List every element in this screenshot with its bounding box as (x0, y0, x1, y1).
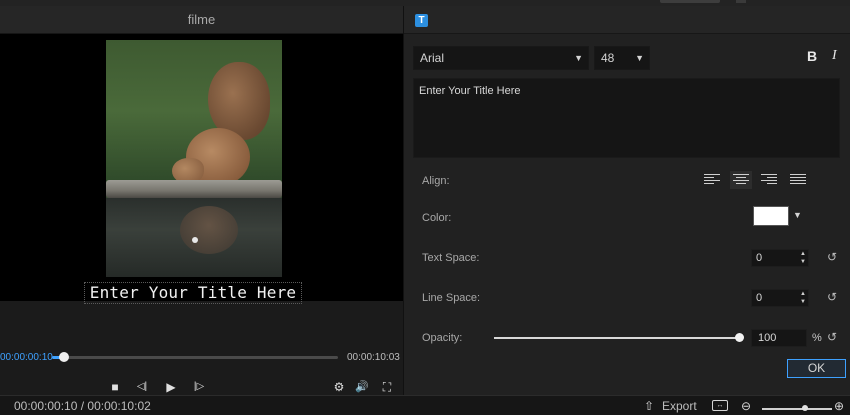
decrement-icon[interactable]: ▼ (800, 299, 806, 306)
color-label: Color: (422, 212, 452, 224)
color-swatch[interactable] (753, 206, 789, 226)
increment-icon[interactable]: ▲ (800, 291, 806, 298)
reset-text-space-icon[interactable]: ↺ (827, 250, 837, 264)
stop-icon[interactable]: ■ (108, 380, 122, 394)
play-icon[interactable]: ▶ (164, 380, 178, 394)
editor-header (404, 6, 850, 34)
title-overlay[interactable]: Enter Your Title Here (84, 282, 302, 304)
text-space-value: 0 (756, 252, 763, 264)
top-indicator (736, 0, 746, 3)
end-time: 00:00:10:03 (347, 352, 400, 363)
bold-button[interactable]: B (807, 48, 817, 64)
text-space-label: Text Space: (422, 252, 480, 264)
font-size-value: 48 (601, 51, 615, 65)
text-tool-icon: T (415, 14, 428, 27)
player-panel: filme Enter Your Title Here 00:00:00:10 … (0, 6, 403, 395)
fit-timeline-icon[interactable]: ↔ (712, 400, 728, 411)
top-tab-indicator (660, 0, 720, 3)
increment-icon[interactable]: ▲ (800, 251, 806, 258)
ok-button[interactable]: OK (787, 359, 846, 378)
progress-track[interactable] (52, 356, 338, 359)
fullscreen-icon[interactable]: ⛶ (380, 380, 394, 394)
video-frame[interactable] (106, 40, 282, 277)
text-space-stepper[interactable]: 0 ▲ ▼ (751, 249, 809, 267)
settings-icon[interactable]: ⚙ (332, 380, 346, 394)
chevron-down-icon: ▼ (635, 53, 644, 63)
align-center-icon[interactable] (730, 171, 752, 189)
prev-frame-icon[interactable]: ◁| (135, 380, 149, 394)
zoom-out-icon[interactable]: ⊖ (741, 399, 751, 413)
reflection (180, 206, 238, 254)
reset-line-space-icon[interactable]: ↺ (827, 290, 837, 304)
export-icon[interactable]: ⇧ (644, 399, 654, 413)
font-family-value: Arial (420, 51, 445, 65)
line-space-label: Line Space: (422, 292, 481, 304)
decrement-icon[interactable]: ▼ (800, 259, 806, 266)
progress-handle[interactable] (59, 352, 69, 362)
font-size-select[interactable]: 48 ▼ (594, 46, 650, 70)
opacity-slider-track[interactable] (494, 337, 740, 339)
log (106, 180, 282, 198)
chevron-down-icon: ▼ (574, 53, 583, 63)
line-space-stepper[interactable]: 0 ▲ ▼ (751, 289, 809, 307)
chevron-down-icon[interactable]: ▼ (793, 210, 802, 220)
player-title: filme (0, 6, 403, 34)
align-justify-icon[interactable] (790, 174, 806, 186)
zoom-slider-track[interactable] (762, 408, 832, 410)
opacity-input[interactable]: 100 (751, 329, 807, 347)
zoom-in-icon[interactable]: ⊕ (834, 399, 844, 413)
current-time: 00:00:00:10 (0, 352, 53, 363)
reset-opacity-icon[interactable]: ↺ (827, 330, 837, 344)
title-text-input[interactable]: Enter Your Title Here (413, 78, 840, 158)
align-left-icon[interactable] (704, 174, 720, 186)
status-bar: 00:00:00:10 / 00:00:10:02 ⇧ Export ↔ ⊖ ⊕ (0, 395, 850, 415)
position-handle[interactable] (192, 237, 198, 243)
italic-button[interactable]: I (832, 48, 837, 64)
export-button[interactable]: Export (662, 399, 697, 413)
zoom-slider-handle[interactable] (802, 405, 808, 411)
text-editor-panel: T Arial ▼ 48 ▼ B I Enter Your Title Here… (403, 6, 850, 395)
align-label: Align: (422, 175, 450, 187)
align-right-icon[interactable] (761, 174, 777, 186)
font-family-select[interactable]: Arial ▼ (413, 46, 589, 70)
opacity-slider-handle[interactable] (735, 333, 744, 342)
timecode-readout: 00:00:00:10 / 00:00:10:02 (14, 399, 151, 413)
opacity-label: Opacity: (422, 332, 463, 344)
opacity-unit: % (812, 332, 822, 344)
volume-icon[interactable]: 🔊 (355, 380, 369, 394)
next-frame-icon[interactable]: |▷ (192, 380, 206, 394)
line-space-value: 0 (756, 292, 763, 304)
